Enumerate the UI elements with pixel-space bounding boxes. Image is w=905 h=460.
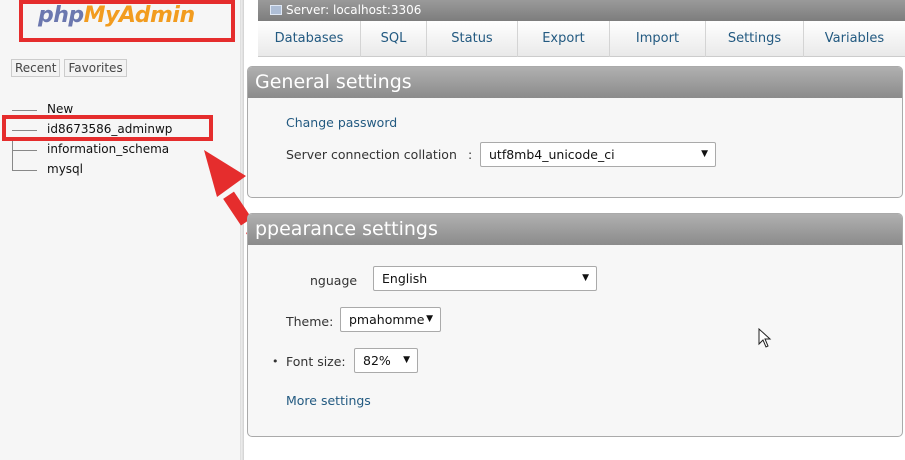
recent-tab[interactable]: Recent xyxy=(11,59,61,77)
tree-branch xyxy=(12,170,37,171)
tree-item-information-schema[interactable]: information_schema xyxy=(12,140,172,160)
tree-item-mysql[interactable]: mysql xyxy=(12,160,172,180)
font-size-value: 82% xyxy=(363,353,391,368)
bullet-icon: • xyxy=(272,355,279,368)
chevron-down-icon: ▼ xyxy=(403,355,410,365)
theme-select[interactable]: pmahomme ▼ xyxy=(340,307,441,332)
mouse-cursor-icon xyxy=(758,328,772,348)
top-menu: Databases SQL Status Export Import Setti… xyxy=(258,21,905,57)
language-label: nguage xyxy=(310,273,358,288)
general-settings-title: General settings xyxy=(248,67,902,98)
server-label[interactable]: Server: localhost:3306 xyxy=(286,3,421,17)
tab-settings[interactable]: Settings xyxy=(706,21,804,57)
language-select[interactable]: English ▼ xyxy=(373,266,597,291)
chevron-down-icon: ▼ xyxy=(701,149,708,159)
tree-branch xyxy=(12,150,37,151)
tab-variables[interactable]: Variables xyxy=(804,21,905,57)
theme-value: pmahomme xyxy=(349,312,425,327)
font-size-select[interactable]: 82% ▼ xyxy=(354,348,418,373)
collation-select[interactable]: utf8mb4_unicode_ci ▼ xyxy=(480,142,716,167)
server-icon xyxy=(270,5,282,15)
appearance-settings-panel: ppearance settings nguage English ▼ Them… xyxy=(247,213,903,437)
more-settings-link[interactable]: More settings xyxy=(286,393,371,408)
appearance-settings-title: ppearance settings xyxy=(248,214,902,245)
language-value: English xyxy=(382,271,428,286)
tab-import[interactable]: Import xyxy=(610,21,706,57)
font-size-label: Font size: xyxy=(286,354,346,369)
chevron-down-icon: ▼ xyxy=(426,314,433,324)
database-highlight-box xyxy=(2,115,213,141)
change-password-link[interactable]: Change password xyxy=(286,115,397,130)
tab-databases[interactable]: Databases xyxy=(258,21,361,57)
nav-tabs: Recent Favorites xyxy=(11,59,127,77)
tab-sql[interactable]: SQL xyxy=(361,21,427,57)
collation-value: utf8mb4_unicode_ci xyxy=(489,147,615,162)
logo-highlight-box xyxy=(19,0,235,42)
chevron-down-icon: ▼ xyxy=(582,273,589,283)
collation-separator: : xyxy=(468,147,473,162)
theme-label: Theme: xyxy=(286,314,334,329)
tree-item-label: mysql xyxy=(47,162,83,176)
tree-item-label: New xyxy=(47,102,74,116)
collation-label: Server connection collation xyxy=(286,147,457,162)
tree-branch xyxy=(12,110,37,111)
favorites-tab[interactable]: Favorites xyxy=(64,59,127,77)
general-settings-panel: General settings Change password Server … xyxy=(247,66,903,198)
tab-status[interactable]: Status xyxy=(427,21,518,57)
tab-export[interactable]: Export xyxy=(518,21,610,57)
tree-item-label: information_schema xyxy=(47,142,170,156)
server-breadcrumb: Server: localhost:3306 xyxy=(258,0,905,21)
